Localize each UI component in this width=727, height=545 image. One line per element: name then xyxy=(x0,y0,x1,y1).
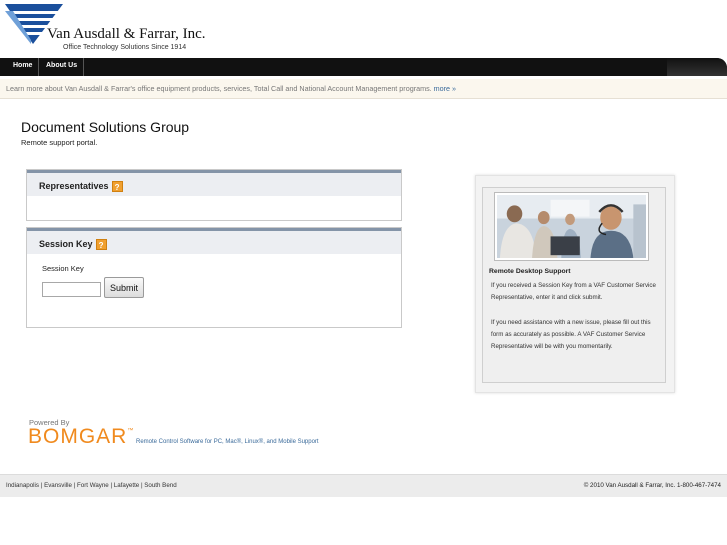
nav-end-cap xyxy=(667,58,727,76)
footer: Indianapolis | Evansville | Fort Wayne |… xyxy=(0,474,727,497)
footer-locations: Indianapolis | Evansville | Fort Wayne |… xyxy=(6,482,177,489)
info-bar-text: Learn more about Van Ausdall & Farrar's … xyxy=(6,84,432,93)
support-card-title: Remote Desktop Support xyxy=(489,268,571,275)
representatives-header: Representatives? xyxy=(27,170,401,196)
info-bar: Learn more about Van Ausdall & Farrar's … xyxy=(0,79,727,99)
footer-link-fort-wayne[interactable]: Fort Wayne xyxy=(77,482,109,489)
representatives-title-text: Representatives xyxy=(39,181,109,191)
help-icon[interactable]: ? xyxy=(111,181,123,192)
main-nav: Home About Us xyxy=(0,58,727,76)
company-name: Van Ausdall & Farrar, Inc. xyxy=(47,26,206,42)
support-card-text-new-issue: If you need assistance with a new issue,… xyxy=(491,319,651,351)
nav-about-us[interactable]: About Us xyxy=(40,58,85,76)
more-link[interactable]: more » xyxy=(434,84,456,93)
session-key-title: Session Key? xyxy=(39,239,107,250)
session-key-header: Session Key? xyxy=(27,228,401,254)
session-key-title-text: Session Key xyxy=(39,239,93,249)
submit-button[interactable]: Submit xyxy=(104,277,144,298)
bomgar-logo[interactable]: BOMGAR™ xyxy=(28,425,133,449)
footer-link-south-bend[interactable]: South Bend xyxy=(144,482,176,489)
session-key-label: Session Key xyxy=(42,264,84,273)
page-title: Document Solutions Group xyxy=(21,119,190,135)
bomgar-link[interactable]: Remote Control Software for PC, Mac®, Li… xyxy=(136,439,319,445)
footer-link-evansville[interactable]: Evansville xyxy=(44,482,72,489)
nav-home[interactable]: Home xyxy=(7,58,40,76)
session-key-input[interactable] xyxy=(42,282,101,297)
help-icon[interactable]: ? xyxy=(95,239,107,250)
bomgar-trademark: ™ xyxy=(127,428,134,434)
representatives-title: Representatives? xyxy=(39,181,123,192)
footer-link-lafayette[interactable]: Lafayette xyxy=(114,482,139,489)
footer-link-indianapolis[interactable]: Indianapolis xyxy=(6,482,39,489)
support-representative-photo xyxy=(494,192,649,261)
representatives-panel: Representatives? xyxy=(26,169,402,221)
support-card-text-session: If you received a Session Key from a VAF… xyxy=(491,282,656,302)
company-tagline: Office Technology Solutions Since 1914 xyxy=(63,44,187,51)
page-subtitle: Remote support portal. xyxy=(21,138,98,147)
bomgar-brand: BOMGAR xyxy=(28,425,128,448)
session-key-panel: Session Key? Session Key Submit xyxy=(26,227,402,328)
footer-copyright: © 2010 Van Ausdall & Farrar, Inc. 1-800-… xyxy=(583,482,721,489)
